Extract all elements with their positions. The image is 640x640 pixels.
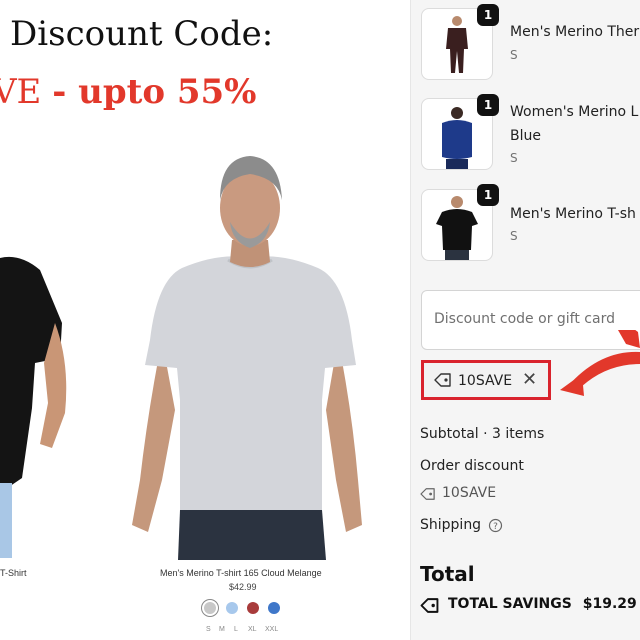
cart-item-name: Men's Merino T-sh bbox=[510, 206, 636, 222]
promo-subtitle: VE - upto 55% bbox=[0, 72, 256, 112]
promo-code-fragment: VE bbox=[0, 72, 42, 112]
savings-tag-icon bbox=[420, 598, 439, 613]
promo-title: Discount Code: bbox=[10, 14, 274, 54]
product-name[interactable]: Men's Merino T-shirt 165 Cloud Melange bbox=[160, 568, 322, 578]
cart-item-variant: S bbox=[510, 151, 518, 165]
color-swatch-red[interactable] bbox=[247, 602, 259, 614]
size-option[interactable]: XXL bbox=[265, 626, 278, 633]
size-option[interactable]: L bbox=[234, 626, 238, 633]
total-savings: TOTAL SAVINGS $19.29 bbox=[448, 596, 637, 612]
subtotal-label: Subtotal · 3 items bbox=[420, 426, 545, 442]
cart-item-name: Women's Merino L bbox=[510, 104, 639, 120]
product-name[interactable]: T-Shirt bbox=[0, 568, 27, 578]
color-swatch-light-blue[interactable] bbox=[226, 602, 238, 614]
cart-item-name: Men's Merino Ther bbox=[510, 24, 640, 40]
tag-icon bbox=[434, 373, 451, 387]
order-discount-code: 10SAVE bbox=[442, 485, 497, 501]
checkout-summary: 1 Men's Merino Ther S 1 Women's Merino L… bbox=[410, 0, 640, 640]
color-swatch-grey[interactable] bbox=[204, 602, 216, 614]
total-savings-value: $19.29 bbox=[582, 596, 637, 612]
remove-discount-icon[interactable]: ✕ bbox=[522, 369, 537, 390]
order-discount-label: Order discount bbox=[420, 458, 524, 474]
tag-icon bbox=[420, 488, 435, 500]
product-price: $42.99 bbox=[229, 582, 257, 592]
product-photo-black-tshirt[interactable] bbox=[0, 148, 100, 563]
total-savings-label: TOTAL SAVINGS bbox=[448, 596, 572, 612]
size-option[interactable]: S bbox=[206, 626, 211, 633]
help-icon[interactable]: ? bbox=[488, 518, 503, 533]
cart-item-variant: S bbox=[510, 229, 518, 243]
total-label: Total bbox=[420, 562, 475, 586]
size-option[interactable]: M bbox=[219, 626, 225, 633]
cart-item-variant: S bbox=[510, 48, 518, 62]
annotation-arrow bbox=[560, 330, 640, 396]
size-option[interactable]: XL bbox=[248, 626, 257, 633]
quantity-badge: 1 bbox=[477, 184, 499, 206]
shipping-label: Shipping bbox=[420, 517, 482, 533]
promo-panel: Discount Code: VE - upto 55% T-Shirt Men… bbox=[0, 0, 410, 640]
quantity-badge: 1 bbox=[477, 4, 499, 26]
cart-item-name-line2: Blue bbox=[510, 128, 541, 144]
discount-code-placeholder: Discount code or gift card bbox=[434, 311, 615, 327]
applied-discount-chip: 10SAVE ✕ bbox=[421, 360, 551, 400]
applied-discount-code: 10SAVE bbox=[458, 373, 513, 389]
svg-text:?: ? bbox=[493, 522, 498, 532]
quantity-badge: 1 bbox=[477, 94, 499, 116]
product-photo-grey-tshirt[interactable] bbox=[100, 140, 400, 560]
color-swatch-blue[interactable] bbox=[268, 602, 280, 614]
promo-discount: - upto 55% bbox=[52, 72, 257, 112]
